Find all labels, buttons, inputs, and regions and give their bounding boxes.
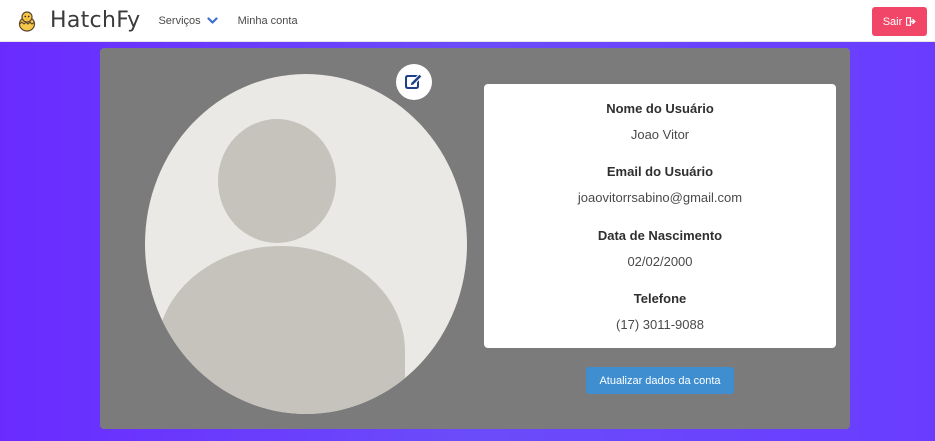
logout-button[interactable]: Sair — [872, 7, 927, 36]
phone-label: Telefone — [633, 291, 687, 306]
name-value: Joao Vitor — [630, 127, 690, 142]
sign-out-icon — [906, 17, 917, 26]
brand[interactable]: HatchFy — [16, 8, 140, 33]
nav-account-label: Minha conta — [237, 14, 298, 27]
birthdate-label: Data de Nascimento — [597, 228, 723, 243]
edit-avatar-button[interactable] — [396, 64, 432, 100]
update-account-button[interactable]: Atualizar dados da conta — [586, 367, 734, 394]
nav-account-link[interactable]: Minha conta — [238, 15, 298, 27]
phone-value: (17) 3011-9088 — [616, 317, 704, 332]
email-value: joaovitorrsabino@gmail.com — [577, 190, 743, 205]
avatar-head — [218, 119, 336, 243]
name-label: Nome do Usuário — [606, 101, 714, 116]
top-navbar: HatchFy Serviços Minha conta Sair — [0, 0, 935, 42]
nav-services-label: Serviços — [158, 14, 201, 27]
brand-name: HatchFy — [50, 8, 141, 33]
chick-icon — [18, 10, 36, 32]
user-info-card: Nome do Usuário Joao Vitor Email do Usuá… — [484, 84, 836, 348]
logout-label: Sair — [882, 15, 903, 28]
email-label: Email do Usuário — [606, 164, 714, 179]
user-avatar-icon — [145, 74, 467, 414]
nav-services-dropdown[interactable]: Serviços — [158, 14, 218, 27]
edit-icon — [401, 69, 427, 95]
birthdate-value: 02/02/2000 — [627, 254, 693, 269]
chevron-down-icon — [207, 16, 218, 24]
avatar-body — [157, 246, 405, 414]
update-account-label: Atualizar dados da conta — [599, 374, 721, 387]
